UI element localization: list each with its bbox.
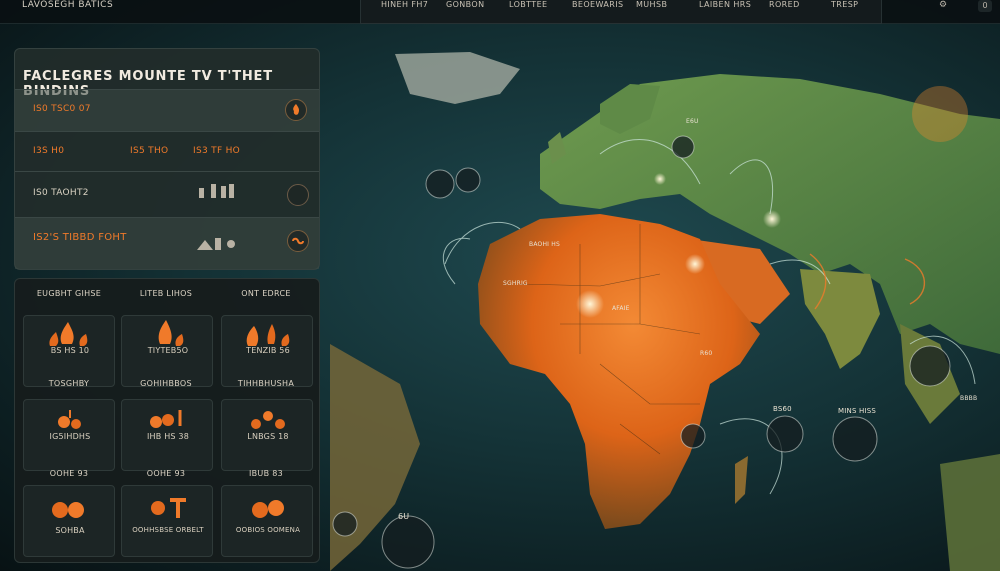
facility-card[interactable]: IHB HS 38 [121,399,213,471]
bar-chart-icon [197,184,241,204]
map-label: E6U [686,118,699,125]
brand-title: LAVOSEGH BATICS [22,0,114,10]
stat-value: IS5 THO [130,146,169,156]
nav-bar: HINEH FH7 GONBON LOBTTEE BEOEWARIS MUHSB… [360,0,882,24]
column-header: OOHE 93 [49,469,89,478]
stat-label: IS0 TSC0 07 [33,104,91,114]
flame-icon[interactable] [285,99,307,121]
notification-badge[interactable]: 0 [978,0,992,12]
card-label: SOHBA [55,526,85,535]
facility-card[interactable]: TIYTEB5O [121,315,213,387]
flame-cluster-icon [150,410,182,428]
card-label: OOBIOS OOMENA [235,526,301,534]
card-label: BS HS 10 [50,346,90,355]
map-label: BS60 [773,405,792,413]
card-label: TIYTEB5O [147,346,189,355]
australia [940,454,1000,571]
stat-value: I3S H0 [33,146,65,156]
column-header: ONT EDRCE [241,289,291,298]
map-label: SGHRIG [503,280,528,287]
top-bar: LAVOSEGH BATICS HINEH FH7 GONBON LOBTTEE… [0,0,1000,24]
column-header: IBUB 83 [248,469,283,478]
column-header: TOSGHBY [48,379,90,388]
map-label: AFAIE [612,305,630,312]
stat-label: IS2'S TIBBD FOHT [33,232,127,243]
card-label: TENZIB 56 [246,346,290,355]
stat-row[interactable]: IS0 TAOHT2 [15,171,319,217]
stats-panel: FACLEGRES MOUNTE TV T'THET BINDINS IS0 T… [14,48,320,270]
column-header: GOHIHBBOS [140,379,192,388]
facility-card[interactable]: TENZIB 56 [221,315,313,387]
stat-label: IS0 TAOHT2 [33,188,89,198]
nav-item[interactable]: LAIBEN HRS [699,0,751,9]
facility-card[interactable]: OOBIOS OOMENA [221,485,313,557]
flame-cluster-icon [151,498,186,518]
stat-row[interactable]: IS2'S TIBBD FOHT [15,217,319,269]
circle-button-icon[interactable] [287,184,309,206]
nav-item[interactable]: MUHSB [636,0,667,9]
flame-cluster-icon [58,410,81,429]
nav-item[interactable]: GONBON [446,0,485,9]
nav-item[interactable]: HINEH FH7 [381,0,428,9]
nav-item[interactable]: LOBTTEE [509,0,548,9]
facility-card[interactable]: OOHHSBSE ORBELT [121,485,213,557]
greenland [395,52,520,104]
chart-icon [195,232,239,252]
nav-item[interactable]: RORED [769,0,800,9]
facility-card[interactable]: IG5IHDHS [23,399,115,471]
column-header: EUGBHT GIHSE [36,289,102,298]
facilities-grid: EUGBHT GIHSE LITEB LIHOS ONT EDRCE BS HS… [14,278,320,563]
map-label: R60 [700,350,713,357]
flame-cluster-icon [52,502,84,518]
facility-card[interactable]: BS HS 10 [23,315,115,387]
map-label: BAOHI HS [529,241,560,248]
card-label: LNBGS 18 [247,432,289,441]
flame-cluster-icon [252,500,284,518]
column-header: LITEB LIHOS [139,289,193,298]
link-icon[interactable] [287,230,309,252]
india [800,269,880,369]
nav-item[interactable]: TRESP [831,0,858,9]
stat-value: IS3 TF HO [193,146,241,156]
map-label: 6U [398,512,410,521]
card-label: IG5IHDHS [49,432,91,441]
settings-icon[interactable]: ⚙ [936,0,950,12]
stat-row[interactable]: I3S H0 IS5 THO IS3 TF HO [15,131,319,171]
facility-card[interactable]: SOHBA [23,485,115,557]
facility-card[interactable]: LNBGS 18 [221,399,313,471]
column-header: TIHHBHUSHA [237,379,295,388]
flame-cluster-icon [251,411,285,429]
card-label: OOHHSBSE ORBELT [132,526,204,534]
column-header: OOHE 93 [146,469,186,478]
stat-row[interactable]: IS0 TSC0 07 [15,89,319,131]
dashboard-root: BAOHI HS SGHRIG AFAIE BS60 MINS HISS E6U… [0,0,1000,571]
card-label: IHB HS 38 [146,432,190,441]
nav-item[interactable]: BEOEWARIS [572,0,623,9]
madagascar [735,456,748,504]
map-label: MINS HISS [838,407,877,415]
map-label: BBBB [960,395,978,402]
